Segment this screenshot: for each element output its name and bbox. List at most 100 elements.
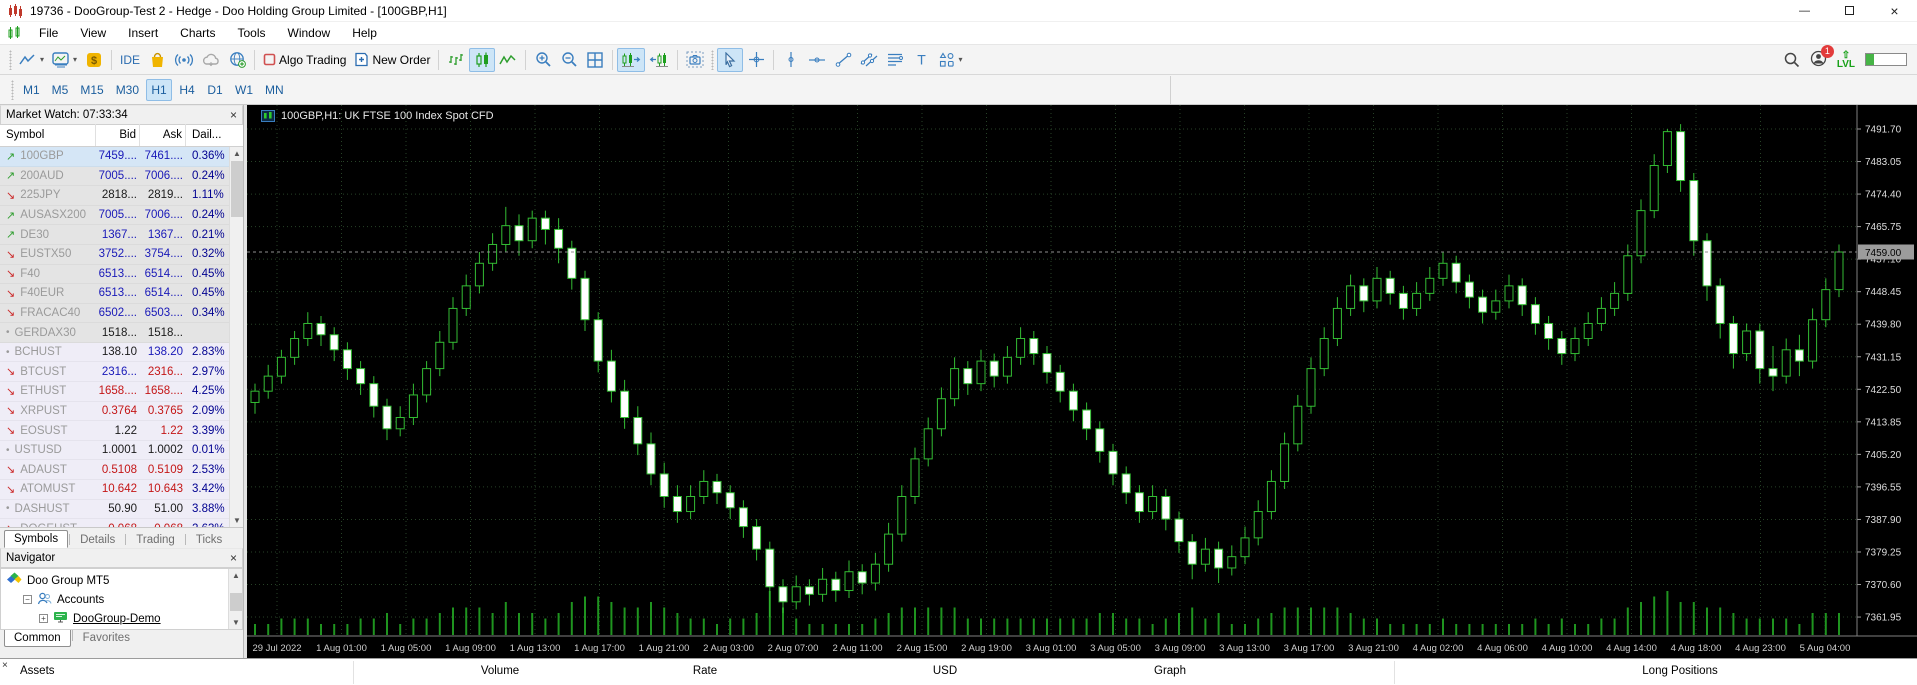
signals-button[interactable] (170, 48, 198, 72)
menu-item-window[interactable]: Window (277, 23, 342, 43)
menu-item-file[interactable]: File (28, 23, 69, 43)
notifications-button[interactable]: 1 (1810, 50, 1827, 70)
timeframe-m15[interactable]: M15 (75, 79, 108, 101)
table-row-btcust[interactable]: ↘BTCUST2316...2316...2.97% (0, 362, 243, 382)
ide-button[interactable]: IDE (116, 48, 144, 72)
crosshair-tool-button[interactable] (743, 48, 769, 72)
toolbox-column-volume[interactable]: Volume (481, 665, 519, 677)
table-row-adaust[interactable]: ↘ADAUST0.51080.51092.53% (0, 460, 243, 480)
close-icon[interactable]: × (2, 660, 8, 671)
scroll-up-icon[interactable]: ▲ (230, 149, 243, 158)
vertical-line-tool-button[interactable] (778, 48, 804, 72)
tab-trading[interactable]: Trading (127, 532, 184, 548)
table-row-atomust[interactable]: ↘ATOMUST10.64210.6433.42% (0, 480, 243, 500)
tab-favorites[interactable]: Favorites (74, 630, 139, 646)
navigator-item-doogroup-demo[interactable]: +DooGroup-Demo (1, 609, 242, 628)
lvl-button[interactable]: ⇧ LVL (1837, 51, 1855, 69)
column-symbol[interactable]: Symbol (0, 124, 96, 146)
search-icon[interactable] (1784, 52, 1800, 68)
timeframe-h4[interactable]: H4 (174, 79, 200, 101)
tile-windows-button[interactable] (582, 48, 608, 72)
tab-ticks[interactable]: Ticks (187, 532, 231, 548)
scroll-down-icon[interactable]: ▼ (230, 516, 243, 525)
close-icon[interactable]: × (230, 553, 237, 563)
timeframe-w1[interactable]: W1 (230, 79, 258, 101)
market-watch-header[interactable]: Market Watch: 07:33:34 × (0, 105, 243, 125)
table-row-fracac40[interactable]: ↘FRACAC406502....6503....0.34% (0, 304, 243, 324)
bar-chart-mode-button[interactable] (443, 48, 469, 72)
zoom-in-button[interactable] (530, 48, 556, 72)
toolbar-grip[interactable] (9, 50, 12, 70)
table-row-ethust[interactable]: ↘ETHUST1658....1658....4.25% (0, 382, 243, 402)
candlestick-mode-button[interactable] (469, 48, 495, 72)
column-daily[interactable]: Dail... (186, 129, 230, 141)
toolbox-column-usd[interactable]: USD (933, 665, 957, 677)
toolbox-column-long-positions[interactable]: Long Positions (1642, 665, 1717, 677)
scrollbar-thumb[interactable] (231, 161, 243, 217)
restore-button[interactable] (1827, 0, 1872, 22)
column-bid[interactable]: Bid (96, 124, 140, 146)
timeframe-d1[interactable]: D1 (202, 79, 228, 101)
table-row-200aud[interactable]: ↗200AUD7005....7006....0.24% (0, 167, 243, 187)
toolbox-column-assets[interactable]: Assets (20, 665, 55, 677)
close-icon[interactable]: × (230, 110, 237, 120)
timeframe-m30[interactable]: M30 (111, 79, 144, 101)
menu-item-view[interactable]: View (69, 23, 117, 43)
text-tool-button[interactable]: T (908, 48, 934, 72)
trendline-tool-button[interactable] (830, 48, 856, 72)
deposit-button[interactable]: $ (81, 48, 107, 72)
scroll-up-icon[interactable]: ▲ (229, 571, 243, 580)
tab-common[interactable]: Common (4, 630, 71, 647)
close-button[interactable]: × (1872, 0, 1917, 22)
tab-details[interactable]: Details (71, 532, 124, 548)
screenshot-button[interactable] (682, 48, 708, 72)
tab-symbols[interactable]: Symbols (4, 530, 68, 548)
price-chart[interactable]: 7491.707483.057474.407465.757457.107448.… (247, 105, 1917, 658)
toolbox-column-graph[interactable]: Graph (1154, 665, 1186, 677)
scroll-down-icon[interactable]: ▼ (229, 618, 243, 627)
timeframe-h1[interactable]: H1 (146, 79, 172, 101)
table-row-gerdax30[interactable]: •GERDAX301518...1518... (0, 323, 243, 343)
navigator-item-accounts[interactable]: −Accounts (1, 590, 242, 609)
table-row-eustx50[interactable]: ↘EUSTX503752....3754....0.32% (0, 245, 243, 265)
channel-tool-button[interactable] (856, 48, 882, 72)
scrollbar-thumb[interactable] (230, 593, 242, 611)
menu-item-tools[interactable]: Tools (227, 23, 277, 43)
fibonacci-tool-button[interactable] (882, 48, 908, 72)
table-row-bchust[interactable]: •BCHUST138.10138.202.83% (0, 343, 243, 363)
navigator-item-doo-group-mt5[interactable]: Doo Group MT5 (1, 571, 242, 590)
table-row-dashust[interactable]: •DASHUST50.9051.003.88% (0, 500, 243, 520)
timeframe-mn[interactable]: MN (260, 79, 289, 101)
chart-shift-button[interactable] (645, 48, 673, 72)
cloud-button[interactable] (198, 48, 224, 72)
toolbar-grip[interactable] (711, 50, 714, 70)
market-button[interactable] (144, 48, 170, 72)
navigator-header[interactable]: Navigator × (0, 548, 243, 568)
zoom-out-button[interactable] (556, 48, 582, 72)
new-order-button[interactable]: New Order (350, 48, 434, 72)
toolbox-column-rate[interactable]: Rate (693, 665, 717, 677)
community-button[interactable] (224, 48, 250, 72)
table-row-de30[interactable]: ↗DE301367...1367...0.21% (0, 225, 243, 245)
menu-item-insert[interactable]: Insert (117, 23, 169, 43)
toolbar-grip[interactable] (11, 80, 14, 100)
shapes-tool-button[interactable]: ▾ (934, 48, 966, 72)
column-ask[interactable]: Ask (140, 124, 186, 146)
chart-window[interactable]: 100GBP,H1: UK FTSE 100 Index Spot CFD 74… (247, 105, 1917, 658)
table-row-dogeust[interactable]: ↘DOGEUST0.0680.0682.63% (0, 519, 243, 527)
line-chart-mode-button[interactable] (495, 48, 521, 72)
table-row-ustusd[interactable]: •USTUSD1.00011.00020.01% (0, 441, 243, 461)
collapse-icon[interactable]: − (23, 595, 32, 604)
timeframe-m5[interactable]: M5 (47, 79, 74, 101)
table-row-100gbp[interactable]: ↗100GBP7459....7461....0.36% (0, 147, 243, 167)
table-row-f40[interactable]: ↘F406513....6514....0.45% (0, 265, 243, 285)
chart-window-button[interactable]: ▾ (15, 48, 48, 72)
algo-trading-button[interactable]: Algo Trading (259, 48, 350, 72)
market-watch-scrollbar[interactable]: ▲▼ (229, 147, 243, 528)
table-row-xrpust[interactable]: ↘XRPUST0.37640.37652.09% (0, 402, 243, 422)
expand-icon[interactable]: + (39, 614, 48, 623)
profiles-button[interactable]: ▾ (48, 48, 81, 72)
table-row-f40eur[interactable]: ↘F40EUR6513....6514....0.45% (0, 284, 243, 304)
navigator-scrollbar[interactable]: ▲▼ (228, 569, 242, 629)
auto-scroll-button[interactable] (617, 48, 645, 72)
